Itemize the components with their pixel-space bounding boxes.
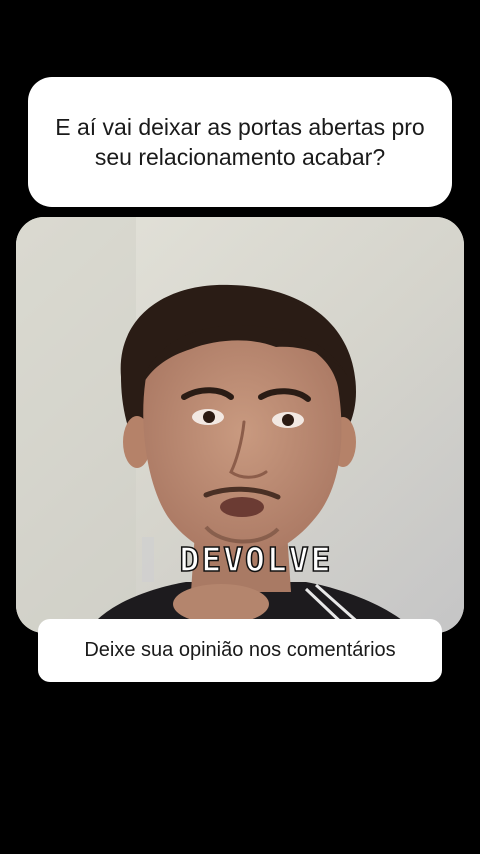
video-player[interactable]: DEVOLVE <box>16 217 464 633</box>
question-text: E aí vai deixar as portas abertas pro se… <box>55 114 425 170</box>
video-caption: DEVOLVE <box>179 540 332 579</box>
story-screen: E aí vai deixar as portas abertas pro se… <box>0 0 480 854</box>
comment-prompt-card: Deixe sua opinião nos comentários <box>38 619 442 682</box>
person-speaking-video-icon: DEVOLVE <box>16 217 464 633</box>
shadow-band <box>16 217 136 633</box>
hand <box>173 584 269 624</box>
comment-prompt-text: Deixe sua opinião nos comentários <box>84 639 396 661</box>
question-card: E aí vai deixar as portas abertas pro se… <box>28 77 452 207</box>
